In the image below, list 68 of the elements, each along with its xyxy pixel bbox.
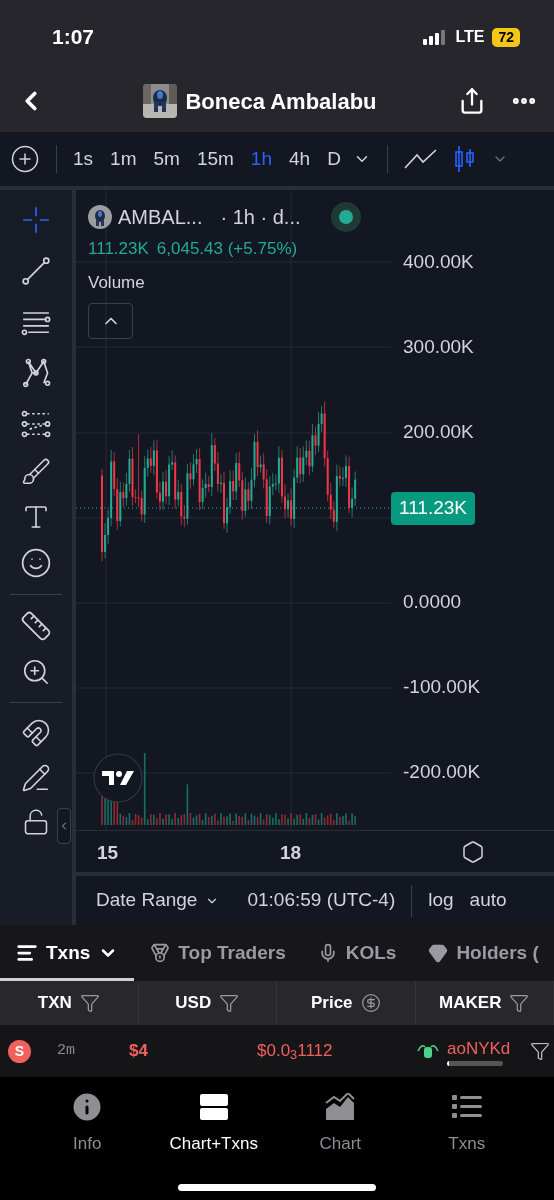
maker-bar xyxy=(447,1061,503,1067)
interval-tab[interactable]: 1s xyxy=(73,144,94,174)
status-time: 1:07 xyxy=(52,24,95,51)
diamond-icon xyxy=(428,943,449,963)
scale-option[interactable]: log xyxy=(428,886,454,915)
price-axis-label: 200.00K xyxy=(402,420,474,445)
candlestick-icon[interactable] xyxy=(453,145,476,173)
price-axis-label: -200.00K xyxy=(402,760,481,785)
settings-icon[interactable] xyxy=(461,839,485,864)
zoom-in-icon[interactable] xyxy=(21,657,51,687)
interval-tab[interactable]: 5m xyxy=(153,144,180,174)
interval-tab[interactable]: 1h xyxy=(250,144,272,174)
price-amount: $0.0$_{3}$1112 xyxy=(257,1040,334,1064)
list-icon xyxy=(450,1093,483,1121)
battery-indicator: 72 xyxy=(492,27,520,47)
clock-label: 01:06:59 (UTC-4) xyxy=(247,888,396,913)
nav-tab[interactable]: Txns xyxy=(406,1089,527,1157)
menu-icon xyxy=(16,942,38,964)
price-axis-label: 0.0000 xyxy=(402,590,462,615)
panel-tab[interactable]: KOLs xyxy=(301,925,413,981)
symbol-meta: · 1h · d... xyxy=(220,205,301,230)
price-axis-label: 300.00K xyxy=(402,335,474,360)
sell-badge: S xyxy=(8,1039,31,1063)
nav-tab[interactable]: Info xyxy=(27,1089,148,1157)
trader-icon xyxy=(417,1042,439,1060)
token-title: Boneca Ambalabu xyxy=(185,87,377,116)
line-chart-icon[interactable] xyxy=(403,148,438,170)
collapse-handle[interactable] xyxy=(57,808,71,844)
panel-tab[interactable]: Holders ( xyxy=(412,925,554,981)
filter-icon xyxy=(219,993,240,1013)
usd-amount: $4 xyxy=(129,1040,149,1063)
scale-option[interactable]: auto xyxy=(469,886,507,915)
panel-tab[interactable]: Top Traders xyxy=(134,925,302,981)
network-label: LTE xyxy=(455,27,485,47)
txn-age: 2m xyxy=(57,1040,76,1061)
indicator-label: Volume xyxy=(88,271,146,294)
symbol-name: AMBAL... xyxy=(118,205,203,230)
pencil-icon[interactable] xyxy=(21,763,51,793)
nav-tab[interactable]: Chart+Txns xyxy=(153,1089,274,1157)
add-icon[interactable] xyxy=(10,144,40,174)
filter-icon xyxy=(79,993,100,1013)
interval-tab[interactable]: 4h xyxy=(289,144,311,174)
price-tag: 111.23K xyxy=(391,492,475,525)
filter-icon xyxy=(509,993,530,1013)
price-value: 111.23K xyxy=(88,238,149,260)
brush-icon[interactable] xyxy=(21,457,51,487)
price-axis-label: -100.00K xyxy=(402,675,481,700)
interval-tab[interactable]: D xyxy=(327,144,341,174)
filter-icon[interactable] xyxy=(530,1041,551,1061)
time-axis-label: 15 xyxy=(97,841,119,865)
maker-address[interactable]: aoNYKd xyxy=(447,1035,511,1062)
area-chart-icon xyxy=(325,1093,356,1121)
medal-icon xyxy=(150,943,171,963)
tradingview-logo-icon xyxy=(93,753,143,803)
magnet-icon[interactable] xyxy=(21,718,51,748)
split-view-icon xyxy=(198,1093,229,1121)
price-axis-label: 400.00K xyxy=(402,250,474,275)
signal-icon xyxy=(423,29,448,45)
date-range-button[interactable]: Date Range xyxy=(96,886,220,915)
ruler-icon[interactable] xyxy=(20,610,52,642)
unlock-icon[interactable] xyxy=(22,808,50,836)
dollar-icon xyxy=(360,993,381,1013)
time-axis-label: 18 xyxy=(280,841,302,865)
interval-tab[interactable]: 1m xyxy=(110,144,137,174)
nav-tab[interactable]: Chart xyxy=(280,1089,401,1157)
price-change: 6,045.43 (+5.75%) xyxy=(156,238,298,260)
interval-tab[interactable]: 15m xyxy=(196,144,234,174)
smiley-icon[interactable] xyxy=(20,547,52,579)
